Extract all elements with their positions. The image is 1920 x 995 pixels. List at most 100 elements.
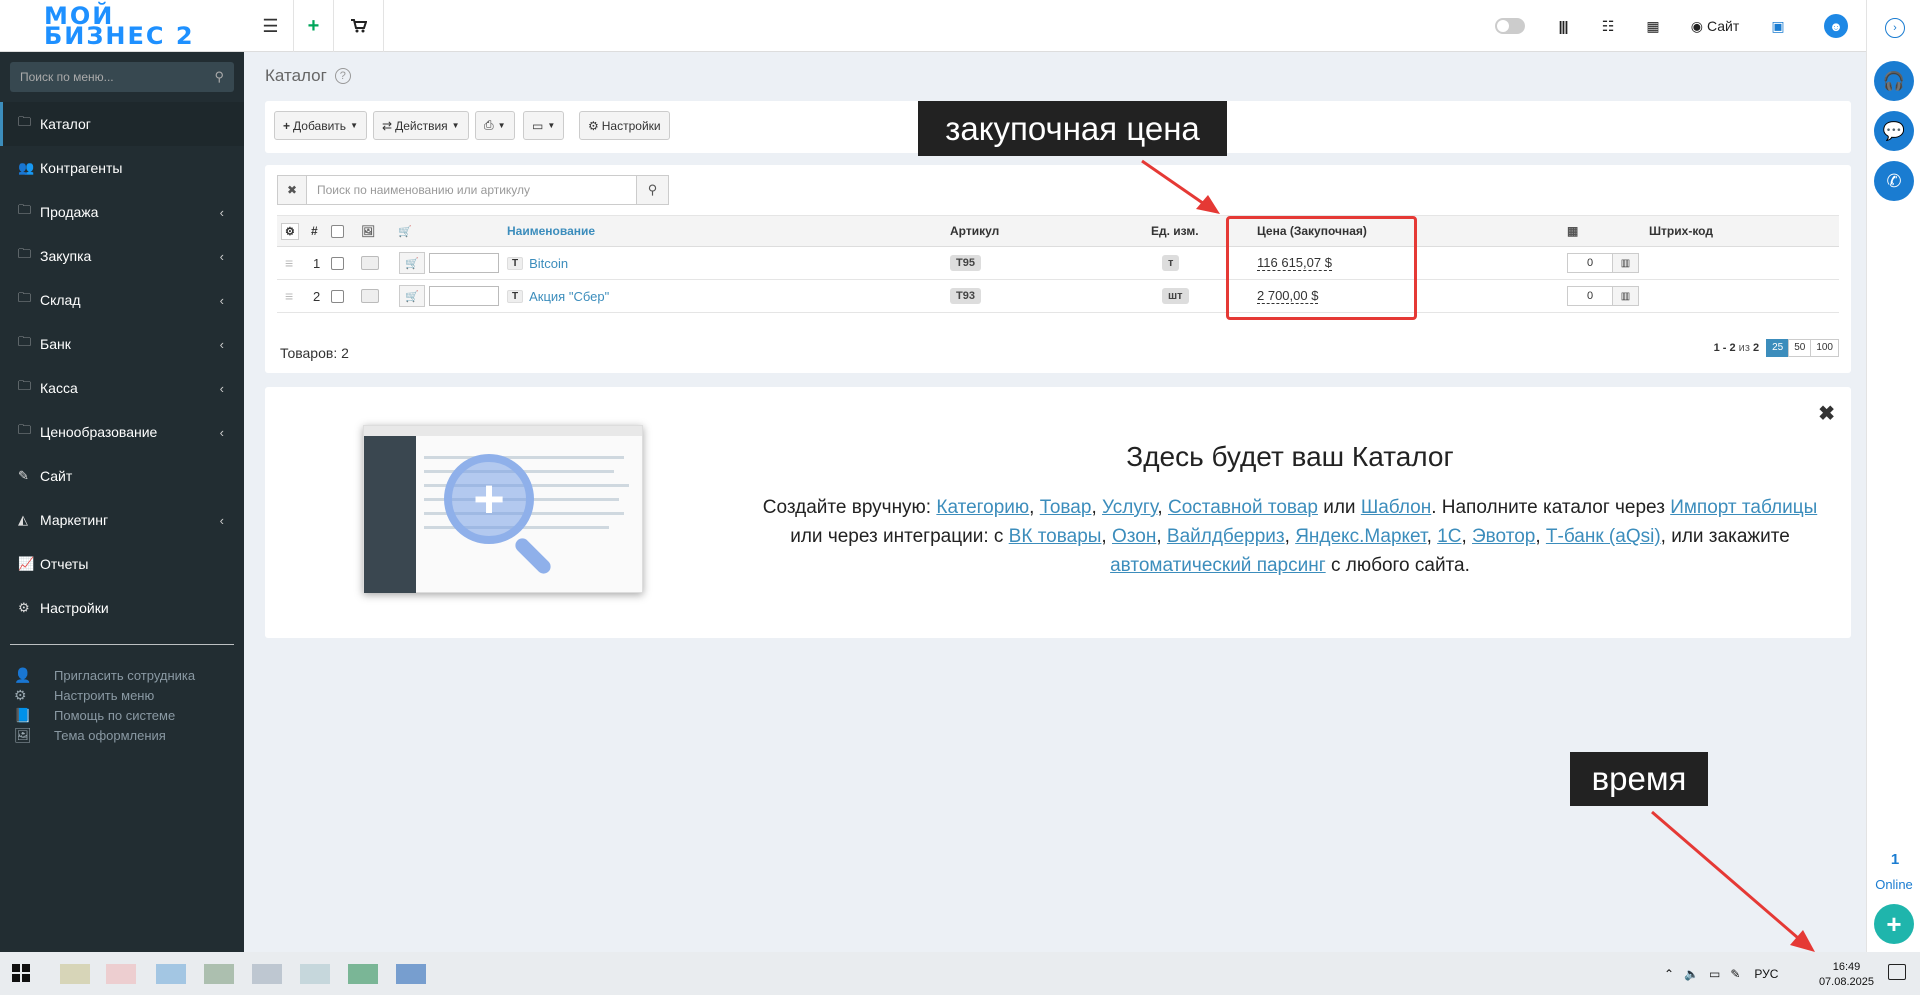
taskbar-app-icon[interactable] [396,964,426,984]
product-link[interactable]: Акция "Сбер" [529,289,609,304]
fab-add-button[interactable]: + [1874,904,1914,944]
image-placeholder-icon[interactable] [361,280,379,312]
link-yandex-market[interactable]: Яндекс.Маркет [1295,526,1426,547]
add-to-cart-button[interactable]: 🛒 [399,285,425,307]
battery-icon[interactable]: ▭ [1709,967,1720,981]
site-button[interactable]: ◉ Сайт [1680,0,1750,52]
cart-button[interactable] [334,0,384,52]
select-all-checkbox[interactable] [331,216,344,246]
sidebar-item-3[interactable]: 🗀 Закупка ‹ [0,234,244,278]
image-placeholder-icon[interactable] [361,247,379,279]
sidebar-item-2[interactable]: 🗀 Продажа ‹ [0,190,244,234]
settings-button[interactable]: ⚙ Настройки [579,111,670,140]
column-settings-button[interactable]: ⚙ [281,216,299,246]
chevron-up-icon[interactable]: ⌃ [1664,967,1674,981]
sidebar-item-9[interactable]: ◭ Маркетинг ‹ [0,498,244,542]
quantity-input[interactable] [429,286,499,306]
user-menu-button[interactable]: ☻ [1818,0,1854,52]
link-category[interactable]: Категорию [936,497,1029,518]
link-composite[interactable]: Составной товар [1168,497,1318,518]
page-size-25[interactable]: 25 [1766,339,1790,357]
add-dropdown-button[interactable]: + Добавить ▼ [274,111,367,140]
quantity-input[interactable] [429,253,499,273]
volume-icon[interactable]: 🔈 [1684,967,1699,981]
site-label: Сайт [1706,18,1740,34]
page-size-100[interactable]: 100 [1810,339,1839,357]
add-to-cart-button[interactable]: 🛒 [399,252,425,274]
sidebar-item-0[interactable]: 🗀 Каталог [0,102,244,146]
sidebar-item-5[interactable]: 🗀 Банк ‹ [0,322,244,366]
row-checkbox[interactable] [331,247,344,279]
link-evotor[interactable]: Эвотор [1472,526,1535,547]
barcode-icon: ||| [1558,18,1569,34]
sidebar-item-4[interactable]: 🗀 Склад ‹ [0,278,244,322]
link-template[interactable]: Шаблон [1361,497,1431,518]
sidebar-item-6[interactable]: 🗀 Касса ‹ [0,366,244,410]
calendar-button[interactable]: ▦ [1635,0,1671,52]
close-empty-state-button[interactable]: ✖ [1818,401,1835,426]
link-parsing[interactable]: автоматический парсинг [1110,555,1326,576]
drag-handle-icon[interactable]: ≡ [285,280,293,312]
app-button[interactable]: ▣ [1760,0,1796,52]
list-button[interactable]: ☷ [1590,0,1626,52]
link-product[interactable]: Товар [1040,497,1092,518]
logo[interactable]: МОЙ БИЗНЕС 2 [0,0,248,52]
search-button[interactable]: ⚲ [637,175,669,205]
search-icon[interactable]: ⚲ [214,69,224,85]
link-service[interactable]: Услугу [1102,497,1157,518]
sidebar-item-8[interactable]: ✎ Сайт [0,454,244,498]
quick-add-button[interactable]: + [294,0,334,52]
catalog-search-input[interactable]: Поиск по наименованию или артикулу [307,175,637,205]
windows-start-icon[interactable] [12,964,30,982]
col-barcode[interactable]: Штрих-код [1649,216,1713,246]
help-icon[interactable]: ? [334,68,351,84]
taskbar-app-icon[interactable] [106,964,136,984]
theme-toggle[interactable] [1490,0,1530,52]
page-size-50[interactable]: 50 [1788,339,1812,357]
taskbar-app-icon[interactable] [156,964,186,984]
sidebar-item-10[interactable]: 📈 Отчеты [0,542,244,586]
notification-icon[interactable] [1888,964,1906,980]
link-1c[interactable]: 1С [1437,526,1461,547]
col-article[interactable]: Артикул [950,216,999,246]
sidebar-item-1[interactable]: 👥 Контрагенты [0,146,244,190]
link-import[interactable]: Импорт таблицы [1670,497,1817,518]
product-link[interactable]: Bitcoin [529,256,568,271]
link-wildberries[interactable]: Вайлдберриз [1167,526,1285,547]
clear-search-button[interactable]: ✖ [277,175,307,205]
language-indicator[interactable]: РУС [1754,967,1778,981]
taskbar-app-icon[interactable] [204,964,234,984]
menu-search-input[interactable] [10,62,234,92]
collapse-rail-button[interactable]: › [1885,18,1905,38]
sidebar-link-1[interactable]: ⚙ Настроить меню [0,685,244,705]
call-button[interactable]: ✆ [1874,161,1914,201]
chat-button[interactable]: 💬 [1874,111,1914,151]
drag-handle-icon[interactable]: ≡ [285,247,293,279]
link-vk[interactable]: ВК товары [1009,526,1102,547]
sidebar-item-11[interactable]: ⚙ Настройки [0,586,244,630]
taskbar-app-icon[interactable] [252,964,282,984]
link-ozon[interactable]: Озон [1112,526,1156,547]
actions-dropdown-button[interactable]: ⇄ Действия ▼ [373,111,469,140]
menu-toggle-button[interactable]: ☰ [248,0,294,52]
row-checkbox[interactable] [331,280,344,312]
sidebar-link-2[interactable]: 📘 Помощь по системе [0,705,244,725]
system-clock[interactable]: 16:49 07.08.2025 [1819,960,1874,990]
stock-chart-button[interactable]: ▥ [1613,253,1639,273]
barcode-button[interactable]: ||| [1545,0,1581,52]
taskbar-app-icon[interactable] [348,964,378,984]
support-button[interactable]: 🎧 [1874,61,1914,101]
sidebar-item-7[interactable]: 🗀 Ценообразование ‹ [0,410,244,454]
pen-icon[interactable]: ✎ [1730,967,1740,981]
taskbar-app-icon[interactable] [60,964,90,984]
stock-chart-button[interactable]: ▥ [1613,286,1639,306]
taskbar-app-icon[interactable] [300,964,330,984]
col-name[interactable]: Наименование [507,216,595,246]
sidebar-link-3[interactable]: 🖼 Тема оформления [0,725,244,745]
empty-text-part: или через интеграции: с [790,526,1009,547]
print-dropdown-button[interactable]: ⎙ ▼ [475,111,515,140]
link-tbank[interactable]: Т-банк (aQsi) [1546,526,1661,547]
display-dropdown-button[interactable]: ▭ ▼ [523,111,565,140]
col-unit[interactable]: Ед. изм. [1151,216,1199,246]
sidebar-link-0[interactable]: 👤 Пригласить сотрудника [0,665,244,685]
